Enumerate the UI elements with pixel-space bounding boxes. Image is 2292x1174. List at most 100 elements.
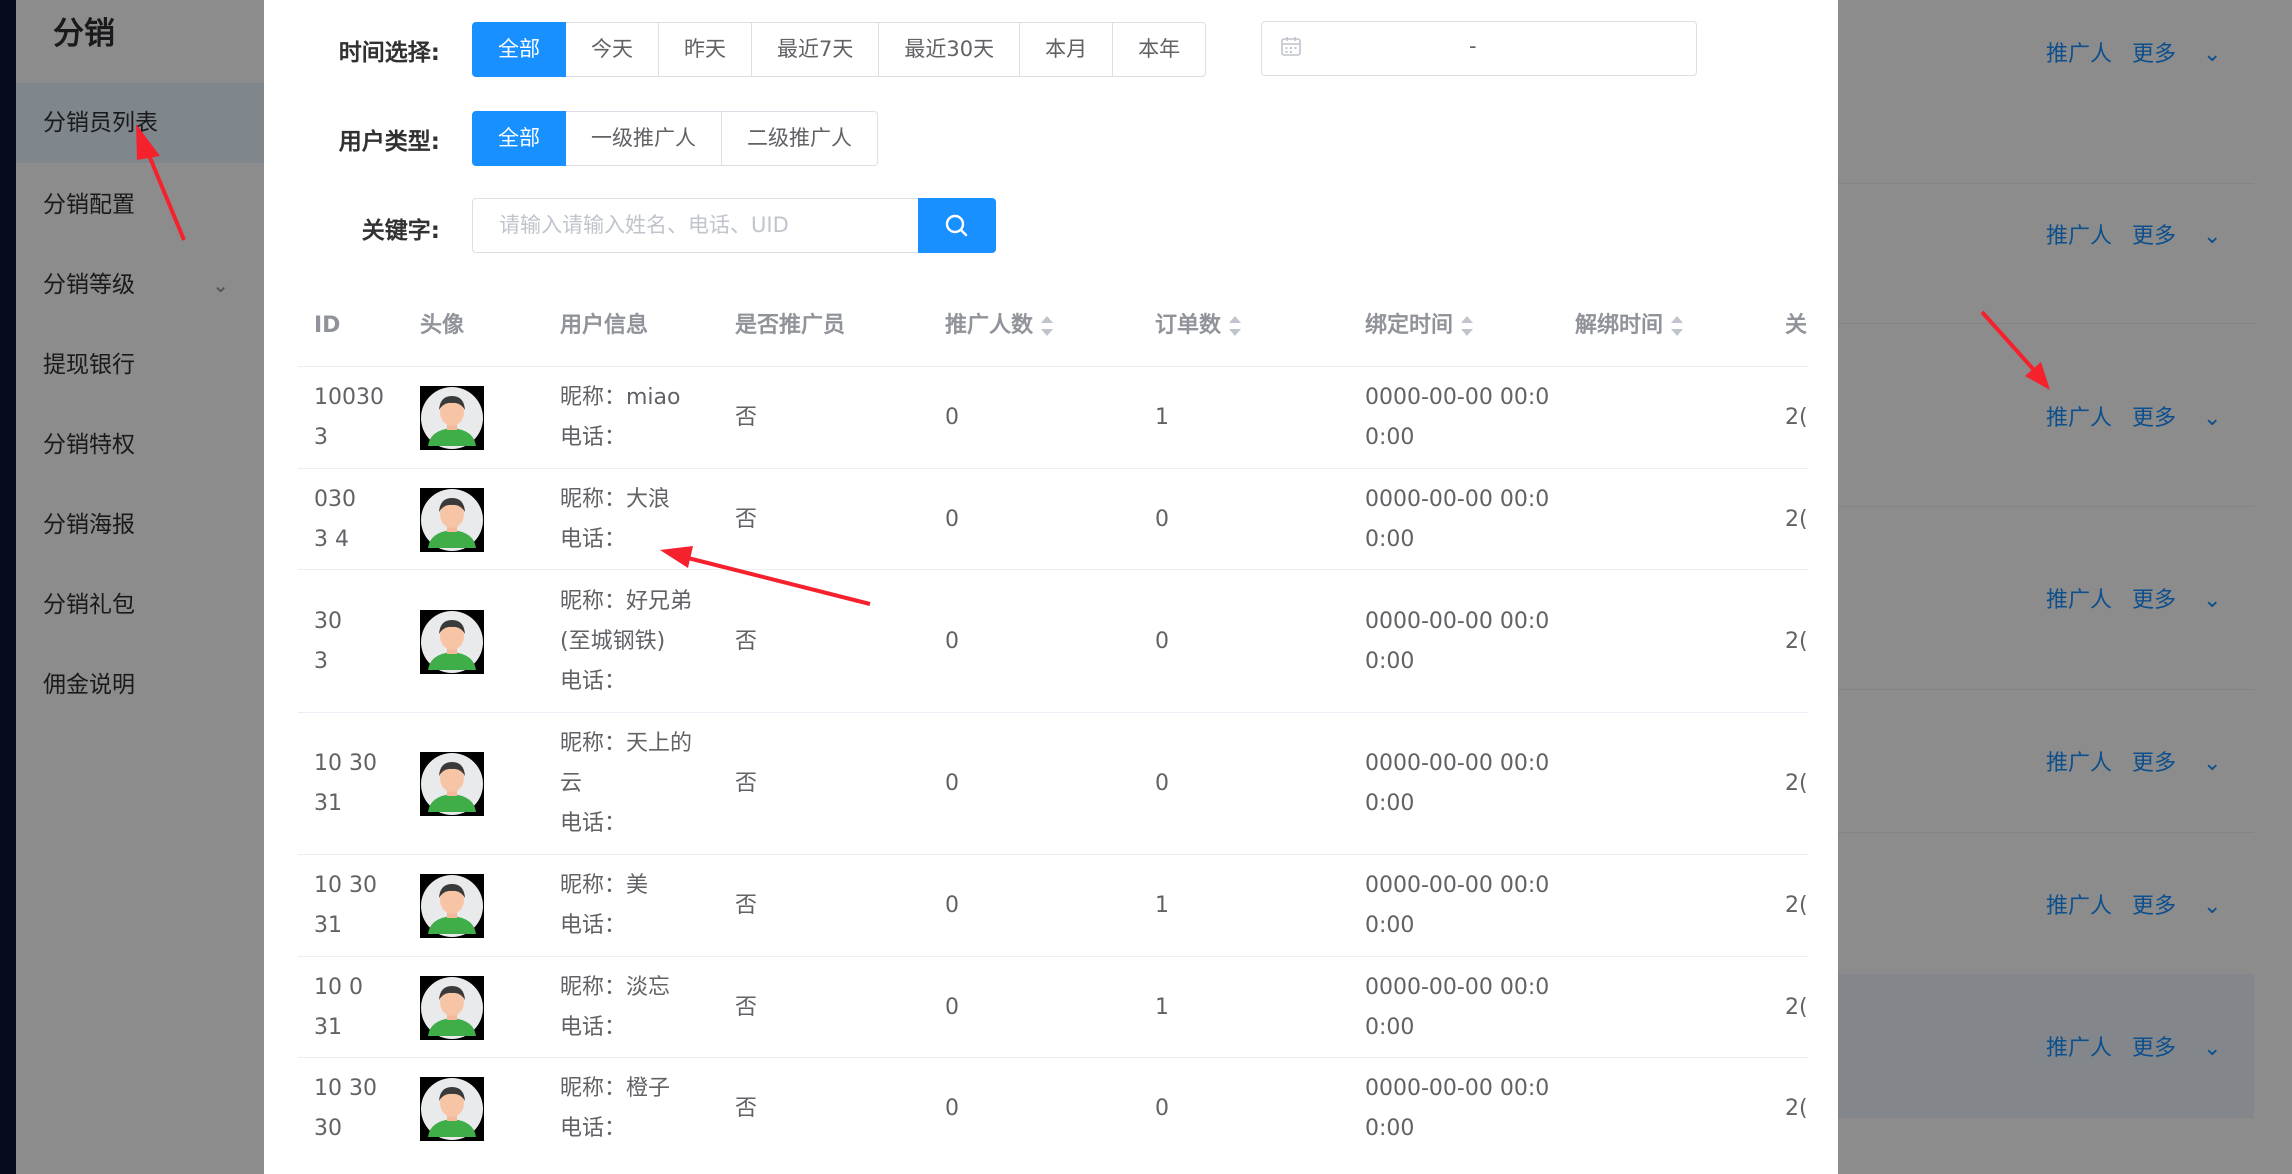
cell-promoted-count: 0 bbox=[945, 506, 959, 532]
user-nickname-line: 昵称：大浪 bbox=[560, 486, 671, 512]
cell-id: 030 3 4 bbox=[314, 480, 356, 560]
cell-user-info: 昵称：橙子电话： bbox=[560, 1069, 670, 1149]
table-row: 10 30 31 昵称：美 电话： 否 0 1 0000-00-00 00:0 0:00 2( bbox=[298, 854, 1808, 957]
user-phone: 电话： bbox=[560, 425, 627, 450]
sort-icon[interactable] bbox=[1671, 315, 1684, 337]
user-type-label: 用户类型: bbox=[338, 129, 440, 155]
promoter-table: ID 头像 用户信息 是否推广员 推广人数 订单数 绑定时间 解绑时间 关 10… bbox=[298, 286, 1808, 1174]
date-range-picker[interactable]: - bbox=[1261, 21, 1697, 76]
id-line: 30 bbox=[314, 1116, 342, 1141]
cell-is-promoter: 否 bbox=[735, 628, 758, 654]
bind-time-line: 0000-00-00 00:0 bbox=[1365, 873, 1550, 898]
id-line: 10 30 bbox=[314, 873, 377, 898]
sort-icon[interactable] bbox=[1461, 315, 1474, 337]
time-option-this-year[interactable]: 本年 bbox=[1113, 22, 1207, 77]
user-phone: 电话： bbox=[560, 913, 627, 938]
time-filter-label: 时间选择: bbox=[338, 40, 440, 66]
cell-id: 10 0 31 bbox=[314, 968, 363, 1048]
bind-time-line: 0000-00-00 00:0 bbox=[1365, 608, 1550, 634]
cell-id: 10 30 30 bbox=[314, 1069, 377, 1149]
table-row: 030 3 4 昵称：大浪 电话： 否 0 0 0000-00-00 00:0 0:00 2( bbox=[298, 468, 1808, 570]
time-option-last-7-days[interactable]: 最近7天 bbox=[752, 22, 880, 77]
column-header-avatar: 头像 bbox=[420, 313, 465, 338]
user-phone: 电话： bbox=[560, 1116, 627, 1141]
cell-bind-time: 0000-00-00 00:0 0:00 bbox=[1365, 480, 1549, 560]
id-line: 10030 bbox=[314, 385, 384, 410]
cell-truncated: 2( bbox=[1785, 506, 1808, 532]
user-phone: 电话： bbox=[560, 1014, 627, 1040]
cell-truncated: 2( bbox=[1785, 1096, 1808, 1121]
time-option-this-month[interactable]: 本月 bbox=[1020, 22, 1114, 77]
bind-time-line: 0000-00-00 00:0 bbox=[1365, 751, 1550, 776]
cell-order-count: 1 bbox=[1155, 893, 1169, 918]
time-option-yesterday[interactable]: 昨天 bbox=[659, 22, 752, 77]
avatar-icon bbox=[421, 610, 483, 673]
user-phone: 电话： bbox=[560, 526, 627, 552]
user-nickname-line: (至城钢铁) bbox=[560, 628, 666, 654]
sort-icon[interactable] bbox=[1041, 315, 1054, 337]
cell-truncated: 2( bbox=[1785, 893, 1808, 918]
avatar-icon bbox=[421, 976, 483, 1039]
column-header-user-info: 用户信息 bbox=[560, 313, 649, 338]
user-nickname-line: 昵称：好兄弟 bbox=[560, 588, 693, 614]
cell-user-info: 昵称：美 电话： bbox=[560, 866, 648, 946]
cell-bind-time: 0000-00-00 00:0 0:00 bbox=[1365, 378, 1549, 458]
id-line: 10 30 bbox=[314, 751, 377, 776]
user-nickname-line: 云 bbox=[560, 771, 583, 796]
id-line: 31 bbox=[314, 1014, 342, 1040]
user-nickname-line: 昵称：天上的 bbox=[560, 731, 693, 756]
calendar-icon bbox=[1281, 37, 1301, 56]
search-button[interactable] bbox=[918, 198, 996, 253]
cell-promoted-count: 0 bbox=[945, 771, 959, 796]
avatar-icon bbox=[421, 488, 483, 551]
cell-is-promoter: 否 bbox=[735, 405, 758, 430]
user-type-all[interactable]: 全部 bbox=[472, 111, 566, 166]
cell-user-info: 昵称：淡忘电话： bbox=[560, 968, 670, 1048]
bind-time-line: 0:00 bbox=[1365, 526, 1415, 552]
cell-truncated: 2( bbox=[1785, 405, 1808, 430]
cell-id: 10 30 31 bbox=[314, 866, 377, 946]
bind-time-line: 0:00 bbox=[1365, 1014, 1415, 1040]
time-option-all[interactable]: 全部 bbox=[472, 22, 566, 77]
cell-order-count: 0 bbox=[1155, 628, 1169, 654]
user-phone: 电话： bbox=[560, 811, 627, 836]
user-type-level2[interactable]: 二级推广人 bbox=[722, 111, 878, 166]
bind-time-line: 0000-00-00 00:0 bbox=[1365, 486, 1550, 512]
id-line: 30 bbox=[314, 608, 342, 634]
sort-icon[interactable] bbox=[1229, 315, 1242, 337]
table-row: 10030 3 昵称：miao 电话： 否 0 1 0000-00-00 00:0 0:00 2( bbox=[298, 366, 1808, 469]
keyword-input[interactable]: 请输入请输入姓名、电话、UID bbox=[472, 198, 918, 253]
user-type-level1[interactable]: 一级推广人 bbox=[566, 111, 722, 166]
date-range-separator: - bbox=[1469, 34, 1477, 58]
header-label: 绑定时间 bbox=[1365, 313, 1454, 338]
keyword-label: 关键字: bbox=[361, 218, 440, 244]
header-label: 推广人数 bbox=[945, 313, 1034, 338]
user-nickname-line: 昵称：miao bbox=[560, 385, 681, 410]
cell-promoted-count: 0 bbox=[945, 994, 959, 1020]
time-option-today[interactable]: 今天 bbox=[566, 22, 659, 77]
column-header-promoted-count[interactable]: 推广人数 bbox=[945, 286, 1054, 366]
time-option-last-30-days[interactable]: 最近30天 bbox=[879, 22, 1021, 77]
id-line: 3 bbox=[314, 648, 328, 674]
column-header-order-count[interactable]: 订单数 bbox=[1155, 286, 1242, 366]
header-label: 解绑时间 bbox=[1575, 313, 1664, 338]
cell-promoted-count: 0 bbox=[945, 1096, 959, 1121]
cell-order-count: 1 bbox=[1155, 994, 1169, 1020]
user-nickname-line: 昵称：淡忘 bbox=[560, 974, 671, 1000]
column-header-bind-time[interactable]: 绑定时间 bbox=[1365, 286, 1474, 366]
bind-time-line: 0:00 bbox=[1365, 648, 1415, 674]
cell-order-count: 1 bbox=[1155, 405, 1169, 430]
column-header-unbind-time[interactable]: 解绑时间 bbox=[1575, 286, 1684, 366]
id-line: 3 4 bbox=[314, 526, 349, 552]
user-nickname-line: 昵称：橙子 bbox=[560, 1076, 671, 1101]
cell-is-promoter: 否 bbox=[735, 506, 758, 532]
cell-order-count: 0 bbox=[1155, 1096, 1169, 1121]
id-line: 31 bbox=[314, 791, 342, 816]
avatar bbox=[420, 975, 484, 1040]
bind-time-line: 0000-00-00 00:0 bbox=[1365, 974, 1550, 1000]
search-icon bbox=[945, 214, 968, 237]
cell-user-info: 昵称：大浪电话： bbox=[560, 480, 670, 560]
cell-bind-time: 0000-00-00 00:0 0:00 bbox=[1365, 602, 1549, 682]
avatar bbox=[420, 874, 484, 938]
promoter-list-modal: 时间选择: 全部 今天 昨天 最近7天 最近30天 本月 本年 - 用户类型: … bbox=[264, 0, 1838, 1174]
